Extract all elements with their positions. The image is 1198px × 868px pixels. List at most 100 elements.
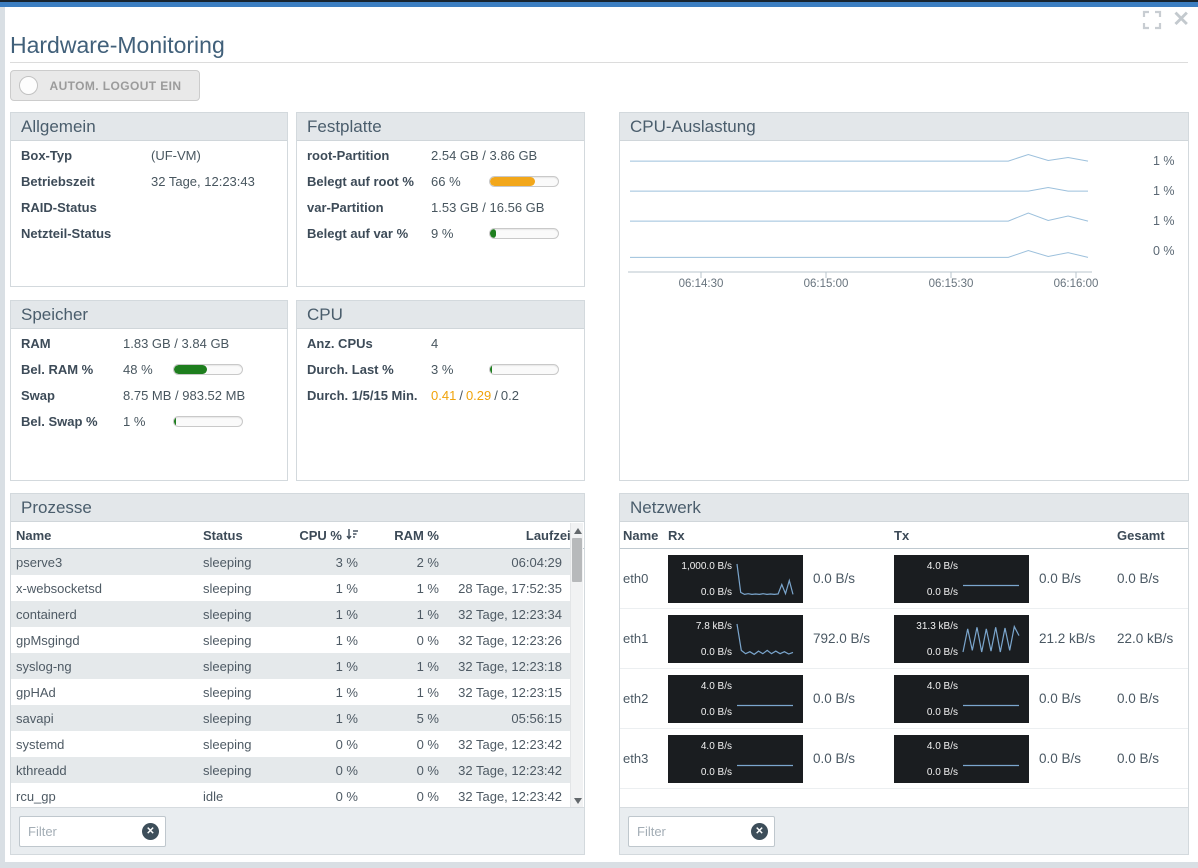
table-row: containerd sleeping 1 % 1 % 32 Tage, 12:23:3… [11,601,571,627]
column-header-ram[interactable]: RAM % [358,528,439,543]
info-label: Belegt auf root % [307,173,414,189]
cell-cpu: 0 % [335,762,358,778]
rx-sparkline: 7.8 kB/s 0.0 B/s [668,614,803,663]
clear-filter-icon[interactable]: ✕ [751,823,768,840]
panel-festplatte: Festplatte root-Partition 2.54 GB / 3.86 … [296,112,585,287]
interface-name: eth3 [623,751,649,766]
cell-status: sleeping [203,554,252,570]
panel-netzwerk: Netzwerk Name Rx Tx Gesamt eth0 1,000.0 … [619,493,1189,855]
cell-cpu: 1 % [335,632,358,648]
panel-prozesse: Prozesse Name Status CPU % RAM % Laufzei… [10,493,585,855]
panel-title: Netzwerk [620,494,1188,522]
spark-min-label: 0.0 B/s [926,706,958,718]
table-row: x-websocketsd sleeping 1 % 1 % 28 Tage, 17:5… [11,575,571,601]
cell-name: pserve3 [16,554,63,570]
spark-max-label: 4.0 B/s [926,560,958,572]
cell-laufzeit: 32 Tage, 12:23:18 [458,658,562,674]
scroll-thumb[interactable] [572,538,582,582]
tx-rate: 0.0 B/s [1039,571,1082,586]
cell-status: sleeping [203,684,252,700]
sparkline-chart [736,623,794,655]
info-value: 66 % [431,173,461,189]
cell-name: containerd [16,606,77,622]
process-table-header: Name Status CPU % RAM % Laufzeit [11,522,584,549]
table-row: syslog-ng sleeping 1 % 1 % 32 Tage, 12:23:18 [11,653,571,679]
info-row: Belegt auf root % 66 % [307,168,574,194]
tx-sparkline: 31.3 kB/s 0.0 B/s [894,614,1029,663]
spark-max-label: 1,000.0 B/s [681,560,732,572]
progress-fill [174,364,207,374]
scroll-up-arrow-icon[interactable] [574,528,582,534]
rx-sparkline: 4.0 B/s 0.0 B/s [668,734,803,783]
sparkline-chart [962,624,1020,652]
column-header-gesamt[interactable]: Gesamt [1107,528,1184,543]
cell-ram: 2 % [416,554,439,570]
tx-sparkline: 4.0 B/s 0.0 B/s [894,674,1029,723]
table-row: eth3 4.0 B/s 0.0 B/s 0.0 B/s 4.0 B/s 0.0 B… [620,729,1188,789]
progress-fill [490,364,493,374]
filter-field: ✕ [628,816,775,847]
info-label: Bel. Swap % [21,413,98,429]
cell-laufzeit: 06:04:29 [511,554,562,570]
info-value: 32 Tage, 12:23:43 [151,173,255,189]
panel-cpu: CPU Anz. CPUs 4 Durch. Last % 3 % Durch. 1… [296,300,585,481]
info-label: Netzteil-Status [21,225,112,241]
column-header-cpu[interactable]: CPU % [298,528,358,543]
table-row: kthreadd sleeping 0 % 0 % 32 Tage, 12:23:42 [11,757,571,783]
cell-status: sleeping [203,762,252,778]
panel-body: Anz. CPUs 4 Durch. Last % 3 % Durch. 1/5/1… [297,329,584,409]
total-rate: 0.0 B/s [1117,751,1160,766]
spark-max-label: 31.3 kB/s [916,620,958,632]
info-row: Netzteil-Status [21,220,277,246]
rx-rate: 0.0 B/s [813,571,856,586]
cell-name: syslog-ng [16,658,72,674]
panel-cpu-auslastung: CPU-Auslastung 1 % 1 % 1 % 0 % 06:14:30 … [619,112,1189,481]
clear-filter-icon[interactable]: ✕ [142,823,159,840]
filter-bar: ✕ [620,807,1188,854]
table-row: rcu_gp idle 0 % 0 % 32 Tage, 12:23:42 [11,783,571,809]
cell-name: x-websocketsd [16,580,102,596]
panel-body: root-Partition 2.54 GB / 3.86 GB Belegt a… [297,141,584,247]
column-header-name[interactable]: Name [623,528,668,543]
cell-status: sleeping [203,606,252,622]
column-header-tx[interactable]: Tx [894,528,1029,543]
info-label: Bel. RAM % [21,361,94,377]
tx-rate: 0.0 B/s [1039,691,1082,706]
info-value: 2.54 GB / 3.86 GB [431,147,538,163]
column-header-status[interactable]: Status [203,528,298,543]
column-header-rx[interactable]: Rx [668,528,803,543]
panel-title: Speicher [11,301,287,329]
cell-cpu: 3 % [335,554,358,570]
fullscreen-icon[interactable] [1142,10,1162,30]
autologout-toggle-button[interactable]: AUTOM. LOGOUT EIN [10,70,200,101]
scrollbar[interactable] [570,523,583,809]
cell-laufzeit: 32 Tage, 12:23:26 [458,632,562,648]
toggle-knob[interactable] [19,76,38,95]
column-header-name[interactable]: Name [16,528,203,543]
cell-laufzeit: 28 Tage, 17:52:35 [458,580,562,596]
info-value: 48 % [123,361,153,377]
info-label: Box-Typ [21,147,73,163]
table-row: savapi sleeping 1 % 5 % 05:56:15 [11,705,571,731]
column-header-laufzeit[interactable]: Laufzeit [439,528,575,543]
cell-ram: 1 % [416,684,439,700]
cell-name: rcu_gp [16,788,56,804]
panel-title: CPU [297,301,584,329]
series-value-label: 1 % [1153,184,1175,198]
spark-max-label: 7.8 kB/s [695,620,732,632]
info-row: Betriebszeit 32 Tage, 12:23:43 [21,168,277,194]
info-row: Durch. 1/5/15 Min. 0.41/0.29/0.2 [307,382,574,408]
cell-ram: 1 % [416,580,439,596]
info-row: var-Partition 1.53 GB / 16.56 GB [307,194,574,220]
spark-min-label: 0.0 B/s [700,706,732,718]
close-icon[interactable]: ✕ [1172,9,1190,30]
network-table-body: eth0 1,000.0 B/s 0.0 B/s 0.0 B/s 4.0 B/s 0… [620,549,1188,789]
rx-sparkline: 4.0 B/s 0.0 B/s [668,674,803,723]
scroll-down-arrow-icon[interactable] [574,798,582,804]
interface-name: eth2 [623,691,649,706]
progress-bar [173,363,243,375]
info-row: RAM 1.83 GB / 3.84 GB [21,330,277,356]
load-1min: 0.41 [431,387,457,403]
info-value: 1.53 GB / 16.56 GB [431,199,545,215]
spark-min-label: 0.0 B/s [700,646,732,658]
